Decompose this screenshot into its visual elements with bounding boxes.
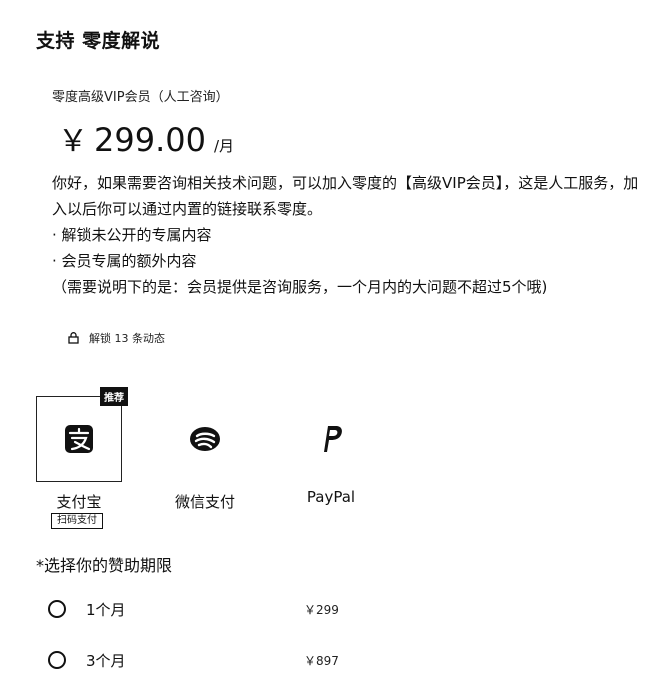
quick-pay-badge: 扫码支付 <box>51 513 103 529</box>
period-radio[interactable] <box>48 600 66 618</box>
description-bullet: · 解锁未公开的专属内容 <box>52 226 212 244</box>
paypal-option[interactable] <box>288 396 374 482</box>
alipay-label[interactable]: 支付宝 <box>19 491 139 512</box>
plan-price: ￥ 299.00 /月 <box>58 116 234 160</box>
period-label: 1个月 <box>86 600 126 619</box>
unlock-text: 解锁 13 条动态 <box>89 332 165 345</box>
period-radio[interactable] <box>48 651 66 669</box>
wechat-pay-icon <box>190 427 220 451</box>
description-intro: 你好，如果需要咨询相关技术问题，可以加入零度的【高级VIP会员】，这是人工服务，… <box>52 174 639 218</box>
wechat-pay-label[interactable]: 微信支付 <box>145 491 265 512</box>
price-currency: ￥ <box>58 124 88 159</box>
period-price: ￥897 <box>304 653 339 668</box>
period-title: *选择你的赞助期限 <box>36 556 173 575</box>
price-unit: /月 <box>213 137 235 155</box>
alipay-icon <box>65 425 93 453</box>
price-amount: 299.00 <box>94 121 206 159</box>
paypal-icon <box>324 426 342 452</box>
plan-description: 你好，如果需要咨询相关技术问题，可以加入零度的【高级VIP会员】，这是人工服务，… <box>52 170 647 300</box>
wechat-pay-option[interactable] <box>162 396 248 482</box>
plan-name: 零度高级VIP会员（人工咨询） <box>52 90 229 105</box>
recommended-badge: 推荐 <box>100 387 128 406</box>
description-note: （需要说明下的是：会员提供是咨询服务，一个月内的大问题不超过5个哦) <box>52 278 548 296</box>
period-option[interactable]: 3个月 ￥897 <box>48 651 348 670</box>
page-title: 支持 零度解说 <box>36 30 161 52</box>
period-price: ￥299 <box>304 602 339 617</box>
unlock-info: 解锁 13 条动态 <box>68 330 165 346</box>
description-bullet: · 会员专属的额外内容 <box>52 252 197 270</box>
paypal-label[interactable]: PayPal <box>271 488 391 506</box>
lock-icon <box>68 332 79 344</box>
period-label: 3个月 <box>86 651 126 670</box>
alipay-option[interactable]: 推荐 <box>36 387 128 482</box>
period-option[interactable]: 1个月 ￥299 <box>48 600 348 619</box>
